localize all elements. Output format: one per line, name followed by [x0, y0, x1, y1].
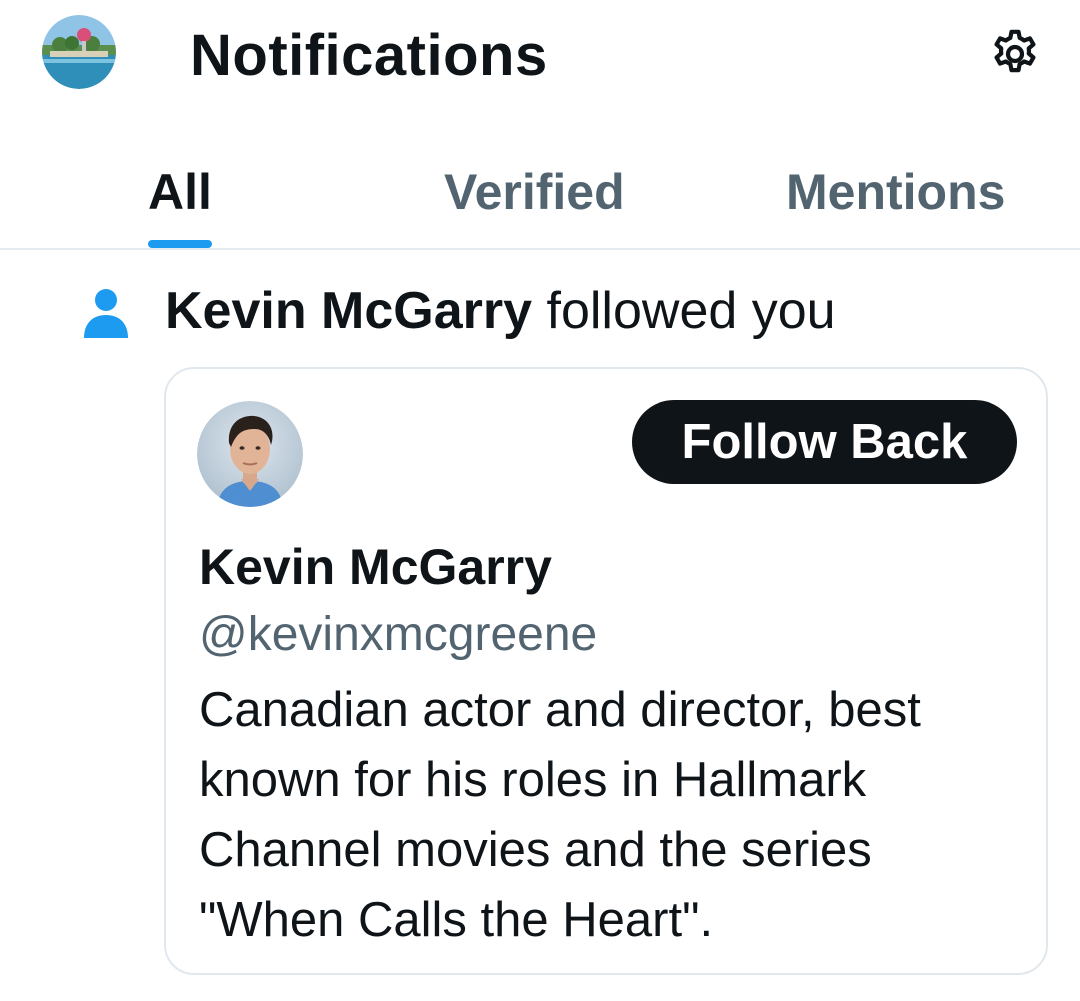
- notification-action: followed you: [546, 282, 836, 340]
- user-avatar[interactable]: [197, 401, 303, 507]
- notification-actor[interactable]: Kevin McGarry: [165, 282, 532, 340]
- gear-icon: [994, 29, 1036, 73]
- tab-verified-label: Verified: [444, 164, 625, 220]
- person-icon: [84, 289, 128, 338]
- notification-tabs: All Verified Mentions: [0, 140, 1080, 250]
- tab-all[interactable]: All: [148, 160, 212, 250]
- tab-verified[interactable]: Verified: [444, 160, 625, 250]
- user-card[interactable]: Follow Back Kevin McGarry @kevinxmcgreen…: [164, 367, 1048, 975]
- user-bio: Canadian actor and director, best known …: [199, 683, 921, 947]
- user-handle[interactable]: @kevinxmcgreene: [199, 605, 597, 665]
- my-avatar[interactable]: [42, 15, 116, 89]
- notification-text: Kevin McGarry followed you: [165, 280, 836, 342]
- tab-all-label: All: [148, 164, 212, 220]
- page-title: Notifications: [190, 23, 548, 88]
- top-bar: Notifications: [0, 0, 1080, 120]
- settings-button[interactable]: [983, 22, 1047, 86]
- profile-avatar-icon: [42, 15, 116, 89]
- user-display-name[interactable]: Kevin McGarry: [199, 537, 552, 597]
- tab-mentions-label: Mentions: [786, 164, 1006, 220]
- tab-mentions[interactable]: Mentions: [786, 160, 1005, 250]
- follow-back-button[interactable]: Follow Back: [632, 400, 1017, 484]
- avatar-photo-icon: [197, 401, 303, 507]
- active-tab-indicator: [148, 240, 212, 248]
